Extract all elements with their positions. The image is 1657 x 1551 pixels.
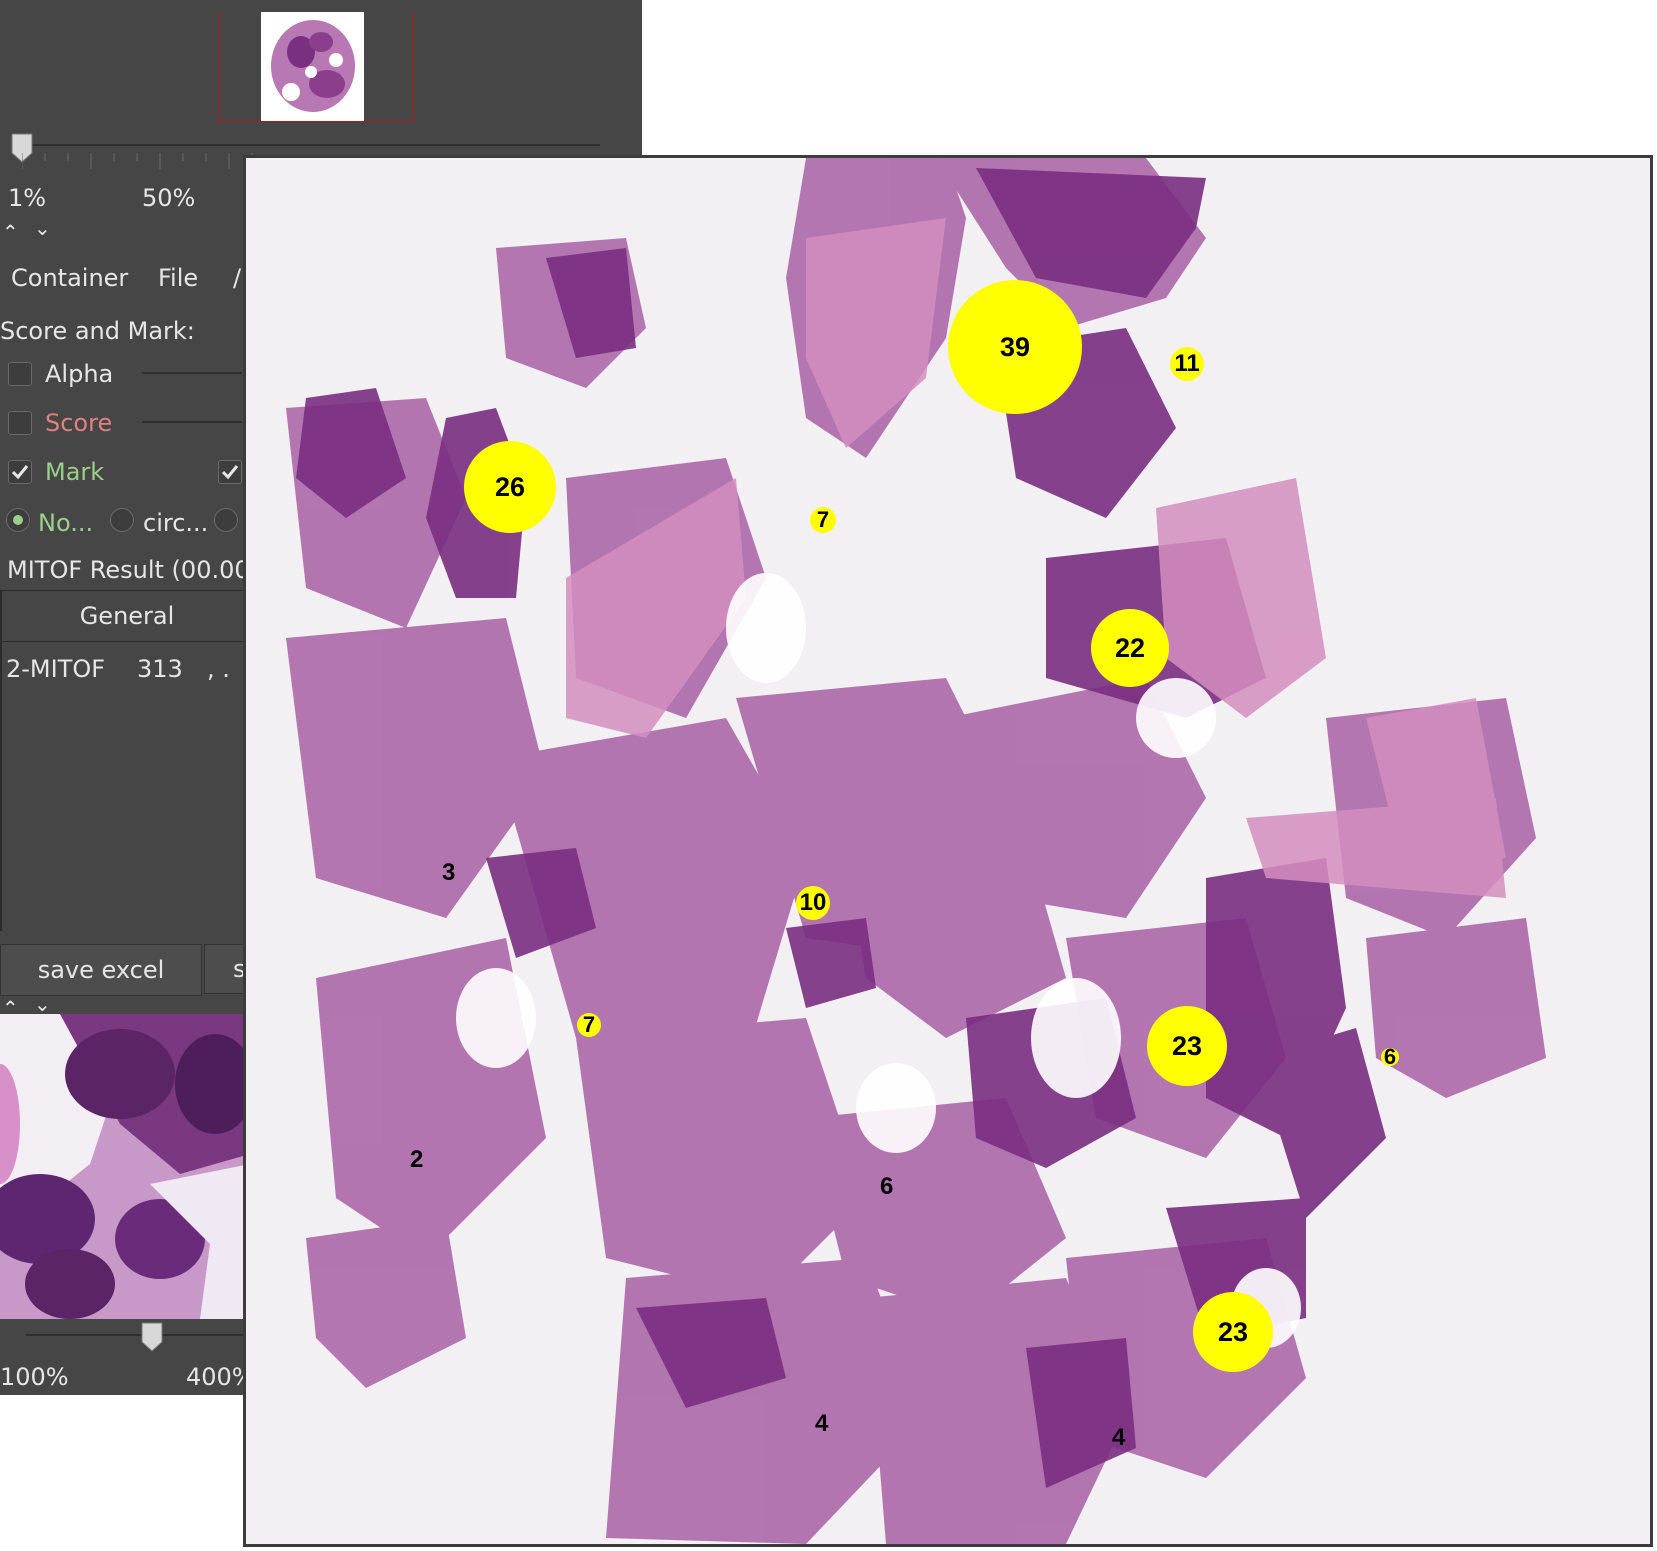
collapse-up-icon[interactable]: ⌃ bbox=[2, 220, 19, 244]
radio-none[interactable] bbox=[6, 508, 30, 532]
mitof-result-label: MITOF Result (00.00 bbox=[7, 556, 250, 584]
mitosis-count-marker[interactable]: 7 bbox=[577, 1012, 601, 1037]
mitosis-count-label[interactable]: 2 bbox=[410, 1146, 423, 1174]
alpha-slider[interactable] bbox=[142, 372, 242, 374]
mitosis-count-marker[interactable]: 6 bbox=[1381, 1044, 1399, 1069]
tissue-slide-image bbox=[246, 158, 1650, 1544]
mitosis-count-marker[interactable]: 11 bbox=[1170, 347, 1204, 381]
score-slider[interactable] bbox=[142, 421, 242, 423]
preview-collapse-down-icon[interactable]: ⌄ bbox=[34, 992, 51, 1016]
thumbnail-tissue-image bbox=[271, 20, 355, 112]
results-header-general: General bbox=[79, 602, 175, 630]
radio-none-label: No... bbox=[38, 509, 94, 537]
mitosis-count-label[interactable]: 4 bbox=[1112, 1424, 1125, 1452]
overview-thumbnail[interactable] bbox=[261, 12, 364, 121]
mitosis-count-marker[interactable]: 26 bbox=[464, 441, 556, 533]
mitosis-count-marker[interactable]: 10 bbox=[796, 886, 830, 920]
radio-third[interactable] bbox=[214, 508, 238, 532]
menu-container[interactable]: Container bbox=[11, 264, 128, 292]
mitosis-count-marker[interactable]: 39 bbox=[948, 280, 1082, 414]
table-row[interactable]: 2-MITOF 313 , . bbox=[2, 649, 252, 689]
mark-checkbox[interactable] bbox=[8, 460, 32, 484]
alpha-checkbox[interactable] bbox=[8, 362, 32, 386]
mark-label: Mark bbox=[45, 458, 105, 486]
radio-circle-label: circ... bbox=[143, 509, 209, 537]
mitosis-count-marker[interactable]: 7 bbox=[810, 507, 836, 533]
zoom-min-label: 1% bbox=[8, 184, 47, 212]
checkmark-icon bbox=[221, 465, 239, 480]
mitosis-count-marker[interactable]: 23 bbox=[1193, 1292, 1273, 1372]
score-label: Score bbox=[45, 409, 113, 437]
mark-secondary-checkbox[interactable] bbox=[218, 460, 242, 484]
score-checkbox[interactable] bbox=[8, 411, 32, 435]
alpha-label: Alpha bbox=[45, 360, 114, 388]
overview-thumbnail-frame[interactable] bbox=[218, 12, 414, 122]
zoom-slider-track[interactable] bbox=[22, 144, 600, 146]
menu-file[interactable]: File bbox=[158, 264, 198, 292]
collapse-down-icon[interactable]: ⌄ bbox=[34, 216, 51, 240]
row-name: 2-MITOF bbox=[6, 655, 106, 683]
results-table-header[interactable]: General bbox=[2, 591, 252, 642]
mitosis-count-marker[interactable]: 23 bbox=[1147, 1006, 1227, 1086]
save-excel-label: save excel bbox=[37, 956, 165, 984]
radio-selected-dot-icon bbox=[13, 515, 23, 525]
preview-zoom-min-label: 100% bbox=[0, 1363, 69, 1391]
save-excel-button[interactable]: save excel bbox=[0, 944, 202, 996]
mitosis-count-label[interactable]: 4 bbox=[815, 1410, 828, 1438]
slide-viewer[interactable]: 39 11 26 7 22 3 10 7 23 6 2 6 23 4 4 bbox=[243, 155, 1653, 1547]
row-count: 313 bbox=[137, 655, 183, 683]
magnified-preview bbox=[0, 1014, 250, 1319]
checkmark-icon bbox=[11, 465, 29, 480]
mitosis-count-label[interactable]: 6 bbox=[880, 1173, 893, 1201]
preview-zoom-handle[interactable] bbox=[141, 1322, 163, 1352]
row-extra: , . bbox=[207, 655, 230, 683]
mitosis-count-label[interactable]: 3 bbox=[442, 859, 455, 887]
radio-circle[interactable] bbox=[110, 508, 134, 532]
score-and-mark-title: Score and Mark: bbox=[0, 317, 195, 345]
magnified-cells-image bbox=[0, 1014, 250, 1319]
menu-more[interactable]: / bbox=[233, 264, 241, 292]
preview-zoom-track[interactable] bbox=[26, 1334, 246, 1336]
zoom-mid-label: 50% bbox=[142, 184, 196, 212]
results-table: General 2-MITOF 313 , . bbox=[0, 590, 252, 931]
mitosis-count-marker[interactable]: 22 bbox=[1091, 609, 1169, 687]
